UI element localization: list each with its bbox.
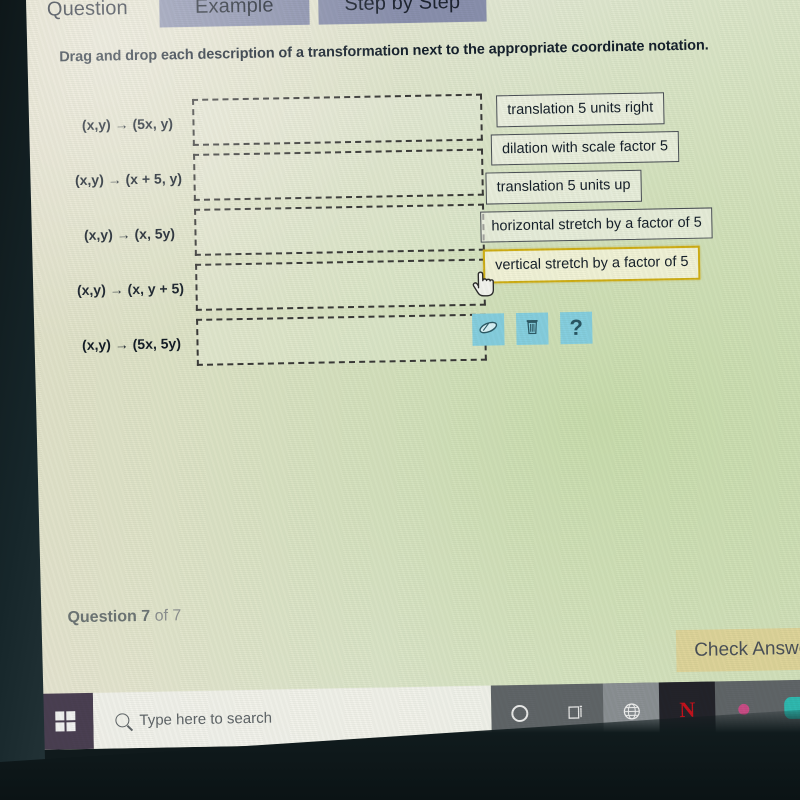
drop-zone[interactable] (192, 93, 483, 146)
teal-chip-icon (784, 696, 800, 720)
tab-step-by-step-label: Step by Step (344, 0, 461, 15)
hand-cursor-icon (469, 267, 496, 297)
answer-chip-row: translation 5 units up (485, 167, 780, 211)
tool-button-group: ? (472, 311, 593, 346)
coordinate-notation: (x,y) → (5x, y) (81, 114, 174, 133)
tab-question[interactable]: Question (24, 0, 151, 30)
globe-glyph-icon (623, 702, 640, 720)
task-view-glyph-icon (567, 705, 582, 719)
help-button[interactable]: ? (559, 311, 593, 345)
task-view-icon[interactable] (547, 684, 604, 741)
answer-chip-list: translation 5 units right dilation with … (478, 90, 782, 290)
question-body: (x,y) → (5x, y) (x,y) → (x + 5, y) (x,y)… (26, 76, 800, 390)
check-answer-label: Check Answer (694, 637, 800, 661)
answer-chip[interactable]: dilation with scale factor 5 (490, 130, 680, 166)
browser-globe-icon[interactable] (602, 682, 660, 740)
taskbar-search-placeholder: Type here to search (139, 709, 273, 729)
tab-example[interactable]: Example (158, 0, 310, 28)
cortana-icon[interactable] (491, 685, 548, 742)
tab-question-label: Question (46, 0, 128, 21)
question-counter-number: Question 7 (67, 607, 151, 627)
eraser-button[interactable] (472, 313, 505, 346)
windows-logo-icon (55, 711, 76, 732)
drop-zone[interactable] (193, 148, 484, 201)
help-icon: ? (569, 314, 584, 341)
netflix-icon[interactable]: N (658, 681, 716, 739)
pink-dot-icon (737, 703, 749, 715)
answer-chip[interactable]: horizontal stretch by a factor of 5 (480, 206, 714, 243)
answer-chip-row: dilation with scale factor 5 (490, 129, 780, 173)
coordinate-notation: (x,y) → (x, 5y) (83, 224, 176, 243)
coordinate-notation: (x,y) → (x, y + 5) (76, 279, 185, 298)
tab-example-label: Example (194, 0, 274, 18)
tab-bar: Question Example Step by Step (24, 0, 800, 30)
answer-chip[interactable]: translation 5 units up (485, 169, 642, 205)
drop-zone[interactable] (194, 203, 485, 256)
question-counter: Question 7 of 7 (67, 607, 181, 627)
answer-chip[interactable]: translation 5 units right (496, 92, 665, 127)
coordinate-notation: (x,y) → (5x, 5y) (81, 334, 182, 353)
tab-separator (150, 0, 160, 28)
teal-app-icon[interactable] (771, 679, 800, 736)
search-icon (115, 713, 130, 728)
trash-button[interactable] (516, 312, 549, 346)
netflix-letter-icon: N (679, 696, 696, 723)
drop-zone[interactable] (195, 258, 486, 311)
question-counter-total: of 7 (154, 607, 182, 625)
coordinate-notation-column: (x,y) → (5x, y) (x,y) → (x + 5, y) (x,y)… (52, 95, 207, 373)
drop-zone-column (192, 93, 487, 374)
answer-chip-row: vertical stretch by a factor of 5 (482, 244, 782, 290)
eraser-icon (477, 316, 499, 343)
question-prompt: Drag and drop each description of a tran… (59, 37, 709, 66)
taskbar-search-input[interactable]: Type here to search (92, 685, 492, 749)
cortana-ring-icon (510, 704, 528, 722)
tab-step-by-step[interactable]: Step by Step (317, 0, 487, 25)
coordinate-notation: (x,y) → (x + 5, y) (74, 169, 183, 188)
answer-chip-selected[interactable]: vertical stretch by a factor of 5 (482, 245, 701, 284)
answer-chip-row: horizontal stretch by a factor of 5 (480, 206, 781, 250)
photo-of-screen: Question Example Step by Step Drag and d… (0, 0, 800, 800)
drop-zone[interactable] (196, 313, 487, 366)
taskbar-icon-group: N (490, 679, 800, 742)
pink-app-icon[interactable] (715, 680, 772, 737)
answer-chip-row: translation 5 units right (496, 90, 779, 134)
tab-separator (309, 0, 319, 25)
windows-taskbar: Type here to search N (36, 679, 800, 750)
screen-content: Question Example Step by Step Drag and d… (24, 0, 800, 750)
check-answer-button[interactable]: Check Answer (675, 626, 800, 673)
windows-start-button[interactable] (36, 692, 94, 750)
trash-icon (522, 316, 542, 341)
